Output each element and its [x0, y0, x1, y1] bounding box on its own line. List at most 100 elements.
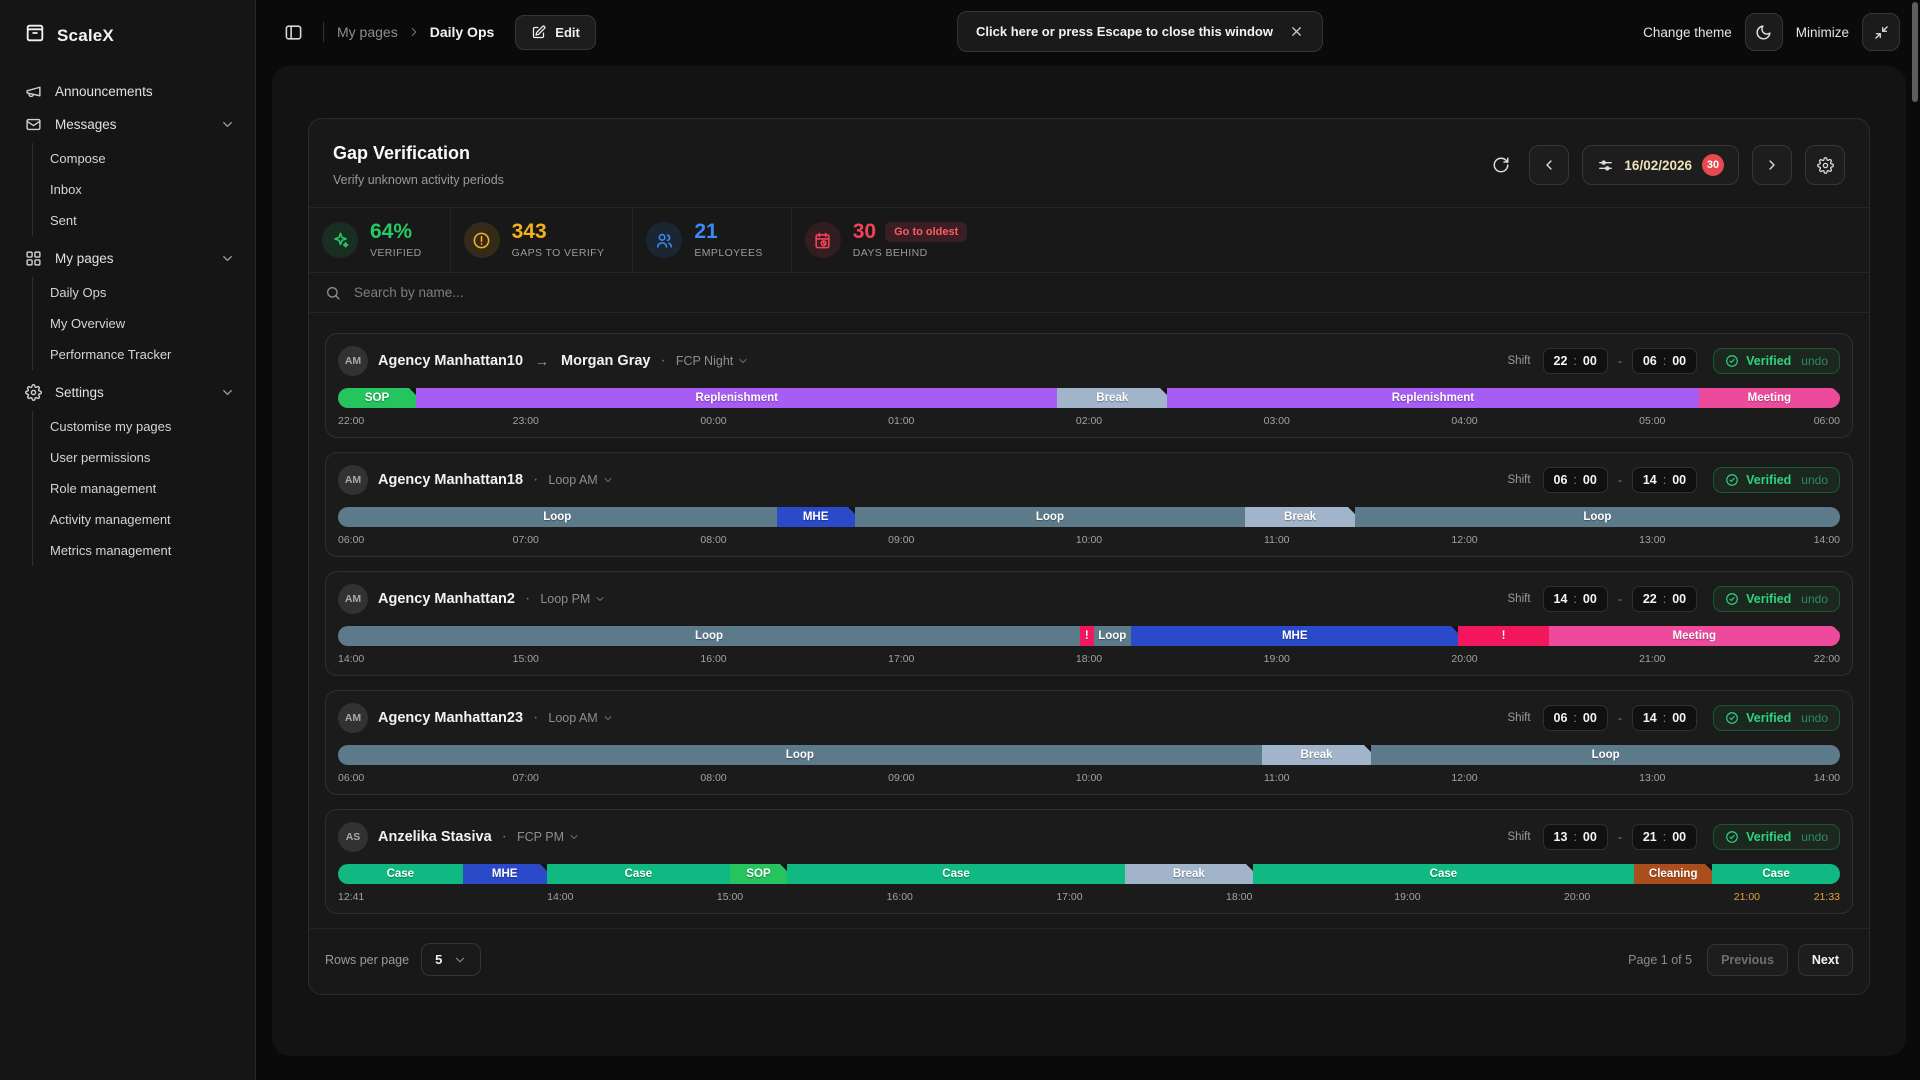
separator-dot: · — [533, 709, 538, 727]
shift-type-dropdown[interactable]: Loop AM — [548, 473, 613, 487]
undo-button[interactable]: undo — [1801, 354, 1828, 368]
timeline-segment-sop[interactable]: SOP — [338, 388, 416, 408]
timeline-segment-case[interactable]: Case — [1712, 864, 1840, 884]
timeline-segment-loop[interactable]: Loop — [855, 507, 1246, 527]
shift-end-time[interactable]: 22:00 — [1632, 586, 1697, 612]
sidebar-item-daily-ops[interactable]: Daily Ops — [33, 277, 255, 308]
sidebar-item-my-overview[interactable]: My Overview — [33, 308, 255, 339]
shift-timeline: Loop MHE Loop Break Loop — [338, 507, 1840, 527]
shift-type-dropdown[interactable]: Loop PM — [540, 592, 606, 606]
timeline-ticks: 06:0007:0008:0009:0010:0011:0012:0013:00… — [338, 771, 1840, 788]
timeline-segment-loop[interactable]: Loop — [1355, 507, 1840, 527]
timeline-segment-[interactable]: ! — [1458, 626, 1548, 646]
breadcrumb-parent[interactable]: My pages — [337, 24, 398, 40]
shift-type-dropdown[interactable]: Loop AM — [548, 711, 613, 725]
shift-timeline: SOP Replenishment Break Replenishment Me… — [338, 388, 1840, 408]
refresh-button[interactable] — [1486, 150, 1516, 180]
timeline-segment-mhe[interactable]: MHE — [777, 507, 855, 527]
timeline-segment-loop[interactable]: Loop — [1094, 626, 1132, 646]
change-theme-button[interactable] — [1745, 13, 1783, 51]
timeline-segment-loop[interactable]: Loop — [338, 507, 777, 527]
timeline-segment-mhe[interactable]: MHE — [463, 864, 547, 884]
verified-badge[interactable]: Verified undo — [1713, 467, 1840, 493]
sidebar-item-compose[interactable]: Compose — [33, 143, 255, 174]
verified-badge[interactable]: Verified undo — [1713, 705, 1840, 731]
undo-button[interactable]: undo — [1801, 711, 1828, 725]
timeline-segment-[interactable]: ! — [1080, 626, 1094, 646]
sidebar-item-performance-tracker[interactable]: Performance Tracker — [33, 339, 255, 370]
shift-end-time[interactable]: 14:00 — [1632, 467, 1697, 493]
sidebar-item-customise-my-pages[interactable]: Customise my pages — [33, 411, 255, 442]
previous-page-button[interactable]: Previous — [1707, 944, 1788, 976]
timeline-segment-sop[interactable]: SOP — [730, 864, 787, 884]
shift-type-dropdown[interactable]: FCP PM — [517, 830, 580, 844]
timeline-segment-replenishment[interactable]: Replenishment — [416, 388, 1057, 408]
verified-badge[interactable]: Verified undo — [1713, 824, 1840, 850]
gap-notch — [1705, 864, 1712, 871]
shift-end-time[interactable]: 14:00 — [1632, 705, 1697, 731]
shift-end-time[interactable]: 06:00 — [1632, 348, 1697, 374]
next-page-button[interactable]: Next — [1798, 944, 1853, 976]
search-input[interactable] — [352, 284, 872, 301]
shift-start-time[interactable]: 06:00 — [1543, 467, 1608, 493]
timeline-segment-break[interactable]: Break — [1125, 864, 1253, 884]
timeline-segment-break[interactable]: Break — [1262, 745, 1372, 765]
time-tick: 14:00 — [547, 891, 573, 903]
sidebar-item-metrics-management[interactable]: Metrics management — [33, 535, 255, 566]
chevron-down-icon — [220, 117, 235, 132]
timeline-segment-replenishment[interactable]: Replenishment — [1167, 388, 1699, 408]
next-day-button[interactable] — [1752, 145, 1792, 185]
avatar: AM — [338, 584, 368, 614]
sidebar-item-messages[interactable]: Messages — [0, 108, 255, 141]
timeline-segment-loop[interactable]: Loop — [338, 626, 1080, 646]
sidebar-item-sent[interactable]: Sent — [33, 205, 255, 236]
previous-day-button[interactable] — [1529, 145, 1569, 185]
timeline-segment-cleaning[interactable]: Cleaning — [1634, 864, 1712, 884]
sidebar-subnav: Customise my pagesUser permissionsRole m… — [32, 411, 255, 566]
sidebar-item-my-pages[interactable]: My pages — [0, 242, 255, 275]
verified-badge[interactable]: Verified undo — [1713, 348, 1840, 374]
sidebar-item-user-permissions[interactable]: User permissions — [33, 442, 255, 473]
minimize-button[interactable] — [1862, 13, 1900, 51]
undo-button[interactable]: undo — [1801, 830, 1828, 844]
go-to-oldest-button[interactable]: Go to oldest — [885, 222, 967, 242]
shift-start-time[interactable]: 13:00 — [1543, 824, 1608, 850]
timeline-segment-meeting[interactable]: Meeting — [1549, 626, 1840, 646]
sidebar-item-role-management[interactable]: Role management — [33, 473, 255, 504]
close-window-toast[interactable]: Click here or press Escape to close this… — [957, 11, 1323, 52]
time-tick: 16:00 — [700, 653, 726, 665]
timeline-segment-case[interactable]: Case — [338, 864, 463, 884]
sidebar-item-inbox[interactable]: Inbox — [33, 174, 255, 205]
undo-button[interactable]: undo — [1801, 473, 1828, 487]
shift-end-time[interactable]: 21:00 — [1632, 824, 1697, 850]
verified-badge[interactable]: Verified undo — [1713, 586, 1840, 612]
timeline-segment-break[interactable]: Break — [1245, 507, 1355, 527]
edit-button[interactable]: Edit — [515, 15, 596, 50]
shift-start-time[interactable]: 22:00 — [1543, 348, 1608, 374]
shift-start-time[interactable]: 06:00 — [1543, 705, 1608, 731]
rows-per-page-select[interactable]: 5 — [421, 943, 481, 976]
date-picker-button[interactable]: 16/02/2026 30 — [1582, 145, 1739, 185]
settings-button[interactable] — [1805, 145, 1845, 185]
sliders-icon — [1597, 157, 1614, 174]
timeline-segment-loop[interactable]: Loop — [338, 745, 1262, 765]
timeline-segment-case[interactable]: Case — [787, 864, 1125, 884]
close-icon[interactable] — [1289, 24, 1304, 39]
minimize-icon — [1874, 25, 1889, 40]
sidebar-item-activity-management[interactable]: Activity management — [33, 504, 255, 535]
undo-button[interactable]: undo — [1801, 592, 1828, 606]
timeline-segment-mhe[interactable]: MHE — [1131, 626, 1458, 646]
timeline-segment-case[interactable]: Case — [547, 864, 730, 884]
sidebar-toggle-button[interactable] — [276, 15, 310, 49]
sidebar-item-settings[interactable]: Settings — [0, 376, 255, 409]
timeline-segment-loop[interactable]: Loop — [1371, 745, 1840, 765]
timeline-segment-break[interactable]: Break — [1057, 388, 1167, 408]
scrollbar-thumb[interactable] — [1912, 2, 1918, 102]
sidebar-item-announcements[interactable]: Announcements — [0, 75, 255, 108]
check-circle-icon — [1725, 711, 1739, 725]
shift-type-dropdown[interactable]: FCP Night — [676, 354, 749, 368]
timeline-segment-case[interactable]: Case — [1253, 864, 1635, 884]
timeline-segment-meeting[interactable]: Meeting — [1699, 388, 1840, 408]
chevron-down-icon — [220, 251, 235, 266]
shift-start-time[interactable]: 14:00 — [1543, 586, 1608, 612]
